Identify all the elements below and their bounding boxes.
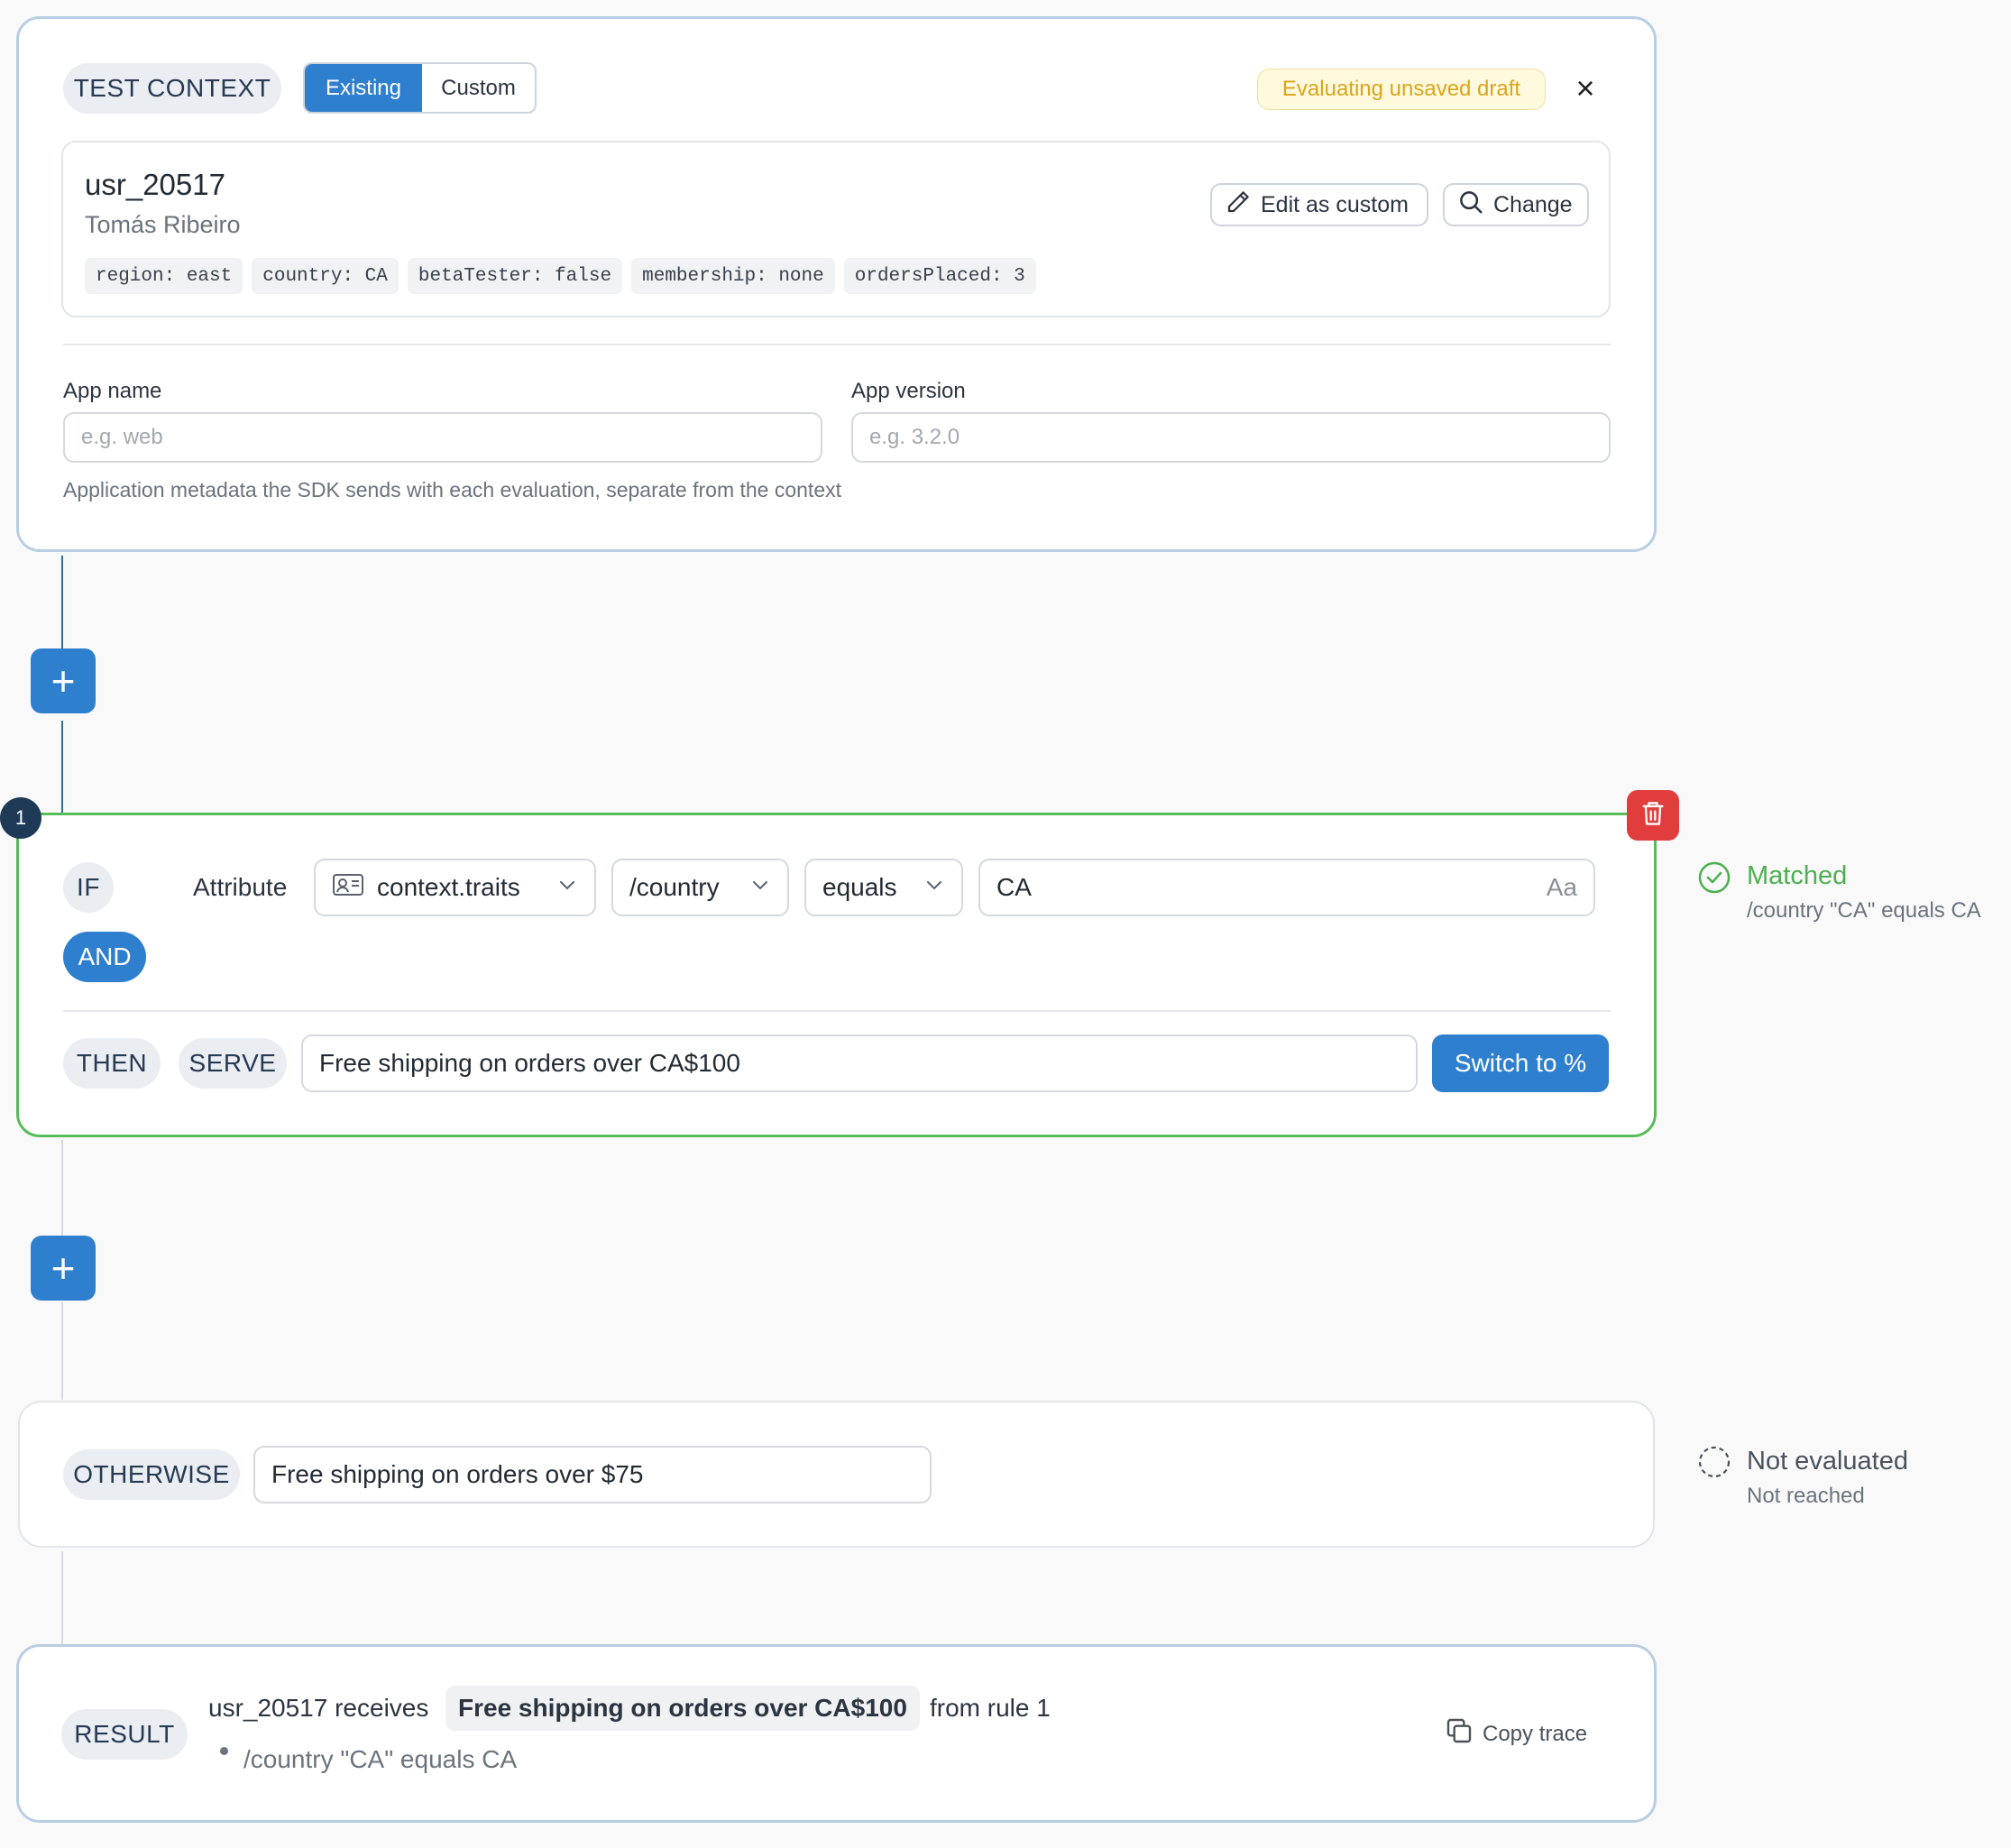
pencil-icon bbox=[1225, 188, 1252, 222]
trace-item: /country "CA" equals CA bbox=[243, 1745, 518, 1773]
rule-number-badge: 1 bbox=[0, 797, 41, 839]
close-icon[interactable]: × bbox=[1569, 69, 1602, 106]
value-text: CA bbox=[996, 873, 1032, 901]
flow-connector bbox=[61, 556, 63, 649]
contact-card-icon bbox=[332, 872, 364, 904]
trash-icon bbox=[1640, 800, 1666, 832]
flow-connector bbox=[61, 1302, 63, 1400]
app-version-input[interactable]: e.g. 3.2.0 bbox=[851, 412, 1611, 463]
path-value: /country bbox=[629, 873, 720, 901]
context-mode-toggle[interactable]: Existing Custom bbox=[303, 62, 537, 114]
app-metadata-help: Application metadata the SDK sends with … bbox=[63, 478, 842, 501]
copy-trace-label: Copy trace bbox=[1483, 1721, 1588, 1746]
mode-custom-button[interactable]: Custom bbox=[422, 64, 535, 112]
result-card bbox=[16, 1644, 1657, 1823]
chevron-down-icon bbox=[923, 873, 945, 902]
rule-status-title: Matched bbox=[1747, 861, 1848, 890]
app-version-label: App version bbox=[851, 379, 966, 403]
trait-chip: country: CA bbox=[252, 258, 399, 294]
source-select[interactable]: context.traits bbox=[314, 859, 596, 916]
otherwise-status-detail: Not reached bbox=[1747, 1484, 1865, 1508]
rule-status-detail: /country "CA" equals CA bbox=[1747, 898, 1981, 923]
trait-chip: membership: none bbox=[631, 258, 835, 294]
change-user-button[interactable]: Change bbox=[1443, 183, 1589, 226]
operator-select[interactable]: equals bbox=[804, 859, 963, 916]
value-input[interactable]: CA Aa bbox=[978, 859, 1595, 916]
flow-connector bbox=[61, 721, 63, 814]
app-name-label: App name bbox=[63, 379, 162, 403]
operator-value: equals bbox=[822, 873, 897, 901]
result-source-rule: from rule 1 bbox=[930, 1694, 1051, 1722]
mode-existing-button[interactable]: Existing bbox=[305, 64, 422, 112]
search-icon bbox=[1457, 188, 1484, 222]
app-name-input[interactable]: e.g. web bbox=[63, 412, 822, 463]
and-button[interactable]: AND bbox=[63, 932, 146, 982]
switch-to-percent-button[interactable]: Switch to % bbox=[1432, 1034, 1609, 1092]
otherwise-value-input[interactable]: Free shipping on orders over $75 bbox=[253, 1446, 932, 1503]
serve-value-input[interactable]: Free shipping on orders over CA$100 bbox=[301, 1034, 1418, 1092]
trait-chip: region: east bbox=[85, 258, 243, 294]
divider bbox=[63, 344, 1611, 345]
then-label: THEN bbox=[63, 1038, 161, 1089]
result-label: RESULT bbox=[61, 1709, 188, 1760]
add-rule-button[interactable]: + bbox=[31, 1236, 96, 1301]
divider bbox=[63, 1010, 1611, 1012]
check-circle-icon bbox=[1697, 860, 1731, 899]
otherwise-label: OTHERWISE bbox=[63, 1449, 240, 1500]
test-context-label: TEST CONTEXT bbox=[63, 63, 281, 114]
if-label: IF bbox=[63, 862, 114, 913]
result-user: usr_20517 receives bbox=[208, 1694, 429, 1722]
user-id: usr_20517 bbox=[85, 168, 225, 201]
chevron-down-icon bbox=[749, 873, 771, 902]
delete-rule-button[interactable] bbox=[1627, 790, 1679, 841]
path-select[interactable]: /country bbox=[611, 859, 789, 916]
trace-bullet bbox=[220, 1747, 228, 1755]
copy-icon bbox=[1445, 1716, 1474, 1751]
flow-connector bbox=[61, 1551, 63, 1645]
edit-as-custom-label: Edit as custom bbox=[1261, 191, 1409, 217]
trait-chip: betaTester: false bbox=[407, 258, 623, 294]
serve-label: SERVE bbox=[179, 1038, 287, 1089]
draft-badge: Evaluating unsaved draft bbox=[1257, 69, 1546, 110]
result-value: Free shipping on orders over CA$100 bbox=[445, 1686, 920, 1731]
otherwise-status-title: Not evaluated bbox=[1747, 1447, 1908, 1476]
add-rule-button[interactable]: + bbox=[31, 648, 96, 713]
not-evaluated-icon bbox=[1697, 1445, 1731, 1484]
source-value: context.traits bbox=[377, 873, 520, 901]
attribute-label: Attribute bbox=[193, 873, 288, 901]
user-name: Tomás Ribeiro bbox=[85, 211, 241, 238]
edit-as-custom-button[interactable]: Edit as custom bbox=[1210, 183, 1428, 226]
case-sensitivity-icon[interactable]: Aa bbox=[1547, 873, 1577, 902]
copy-trace-button[interactable]: Copy trace bbox=[1445, 1716, 1587, 1751]
trait-chips: region: east country: CA betaTester: fal… bbox=[85, 258, 1036, 294]
flow-connector bbox=[61, 1140, 63, 1237]
change-label: Change bbox=[1493, 191, 1573, 217]
chevron-down-icon bbox=[556, 873, 578, 902]
trait-chip: ordersPlaced: 3 bbox=[843, 258, 1036, 294]
